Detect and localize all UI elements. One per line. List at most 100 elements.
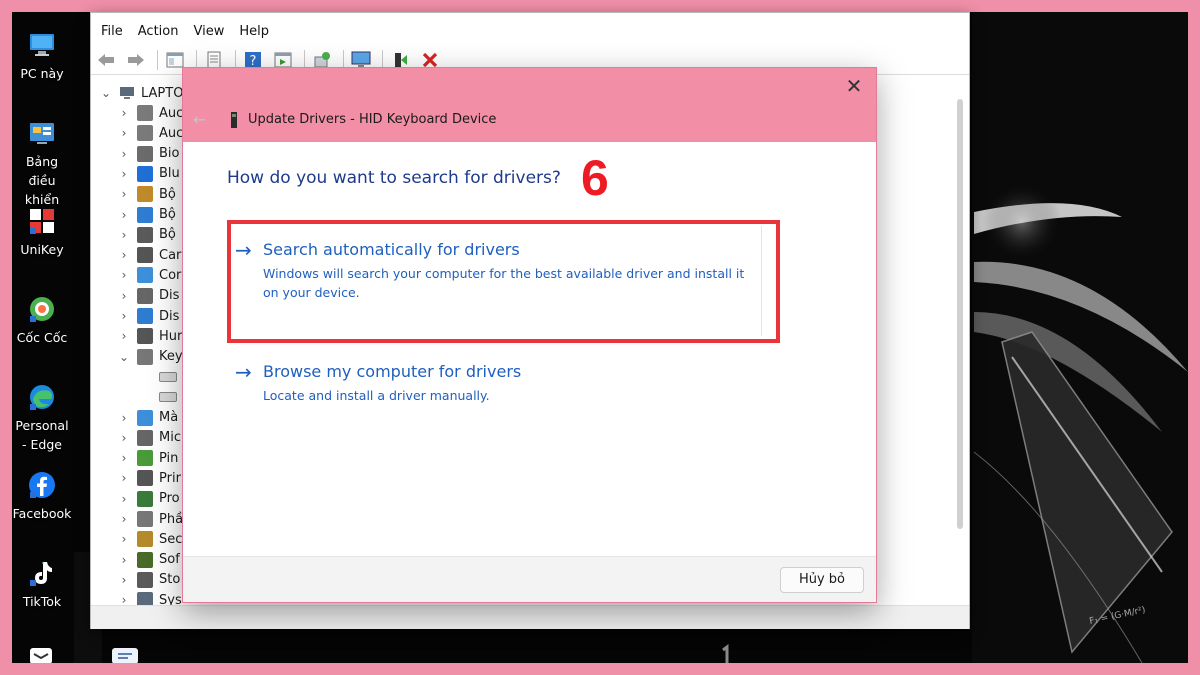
tree-item-label: Dis xyxy=(159,288,180,304)
back-button[interactable] xyxy=(95,49,117,71)
expand-chevron-icon[interactable]: › xyxy=(117,411,131,425)
expand-chevron-icon[interactable]: › xyxy=(117,553,131,567)
keyboard-icon xyxy=(159,392,177,403)
tree-category-item[interactable]: › Prir xyxy=(117,468,181,488)
expand-chevron-icon[interactable]: › xyxy=(117,451,131,465)
tree-child-item[interactable] xyxy=(153,367,183,387)
taskbar-notepad-icon[interactable] xyxy=(110,644,144,663)
expand-chevron-icon[interactable]: › xyxy=(117,126,131,140)
device-category-icon xyxy=(137,308,153,324)
desktop-icon-edge[interactable]: Personal - Edge xyxy=(12,382,72,454)
tree-item-label: Sec xyxy=(159,531,183,547)
expand-chevron-icon[interactable]: › xyxy=(117,512,131,526)
collapse-chevron-icon[interactable]: ⌄ xyxy=(99,86,113,100)
expand-chevron-icon[interactable]: › xyxy=(117,532,131,546)
tree-category-item[interactable]: › Blu xyxy=(117,164,180,184)
menu-file[interactable]: File xyxy=(101,21,123,43)
menu-action[interactable]: Action xyxy=(138,21,179,43)
tree-item-label: Sto xyxy=(159,572,181,588)
tree-item-label: Auc xyxy=(159,125,184,141)
expand-chevron-icon[interactable]: › xyxy=(117,329,131,343)
tree-child-item[interactable] xyxy=(153,387,183,407)
tree-category-item[interactable]: › Dis xyxy=(117,286,179,306)
expand-chevron-icon[interactable]: › xyxy=(117,106,131,120)
device-category-icon xyxy=(137,450,153,467)
device-category-icon xyxy=(137,267,153,284)
tiktok-icon xyxy=(30,562,52,586)
tree-item-label: Pin xyxy=(159,450,179,466)
tree-category-item[interactable]: › Bio xyxy=(117,144,179,164)
tree-category-item[interactable]: › Sto xyxy=(117,570,180,590)
toolbar-separator xyxy=(157,49,158,70)
tree-category-item[interactable]: › Pro xyxy=(117,489,180,509)
device-category-icon xyxy=(137,571,153,588)
tree-root[interactable]: ⌄ LAPTOP xyxy=(99,83,191,103)
taskbar-app-icon[interactable] xyxy=(28,644,56,663)
forward-button[interactable] xyxy=(125,49,147,71)
expand-chevron-icon[interactable]: › xyxy=(117,248,131,262)
tree-item-label: Auc xyxy=(159,105,184,121)
expand-chevron-icon[interactable]: › xyxy=(117,268,131,282)
desktop-icon-pc[interactable]: PC này xyxy=(12,30,72,83)
close-button[interactable]: ✕ xyxy=(838,72,870,100)
expand-chevron-icon[interactable]: › xyxy=(117,187,131,201)
menu-help[interactable]: Help xyxy=(239,21,269,43)
expand-chevron-icon[interactable]: › xyxy=(117,431,131,445)
device-category-icon xyxy=(137,429,153,446)
tree-category-item[interactable]: › Sec xyxy=(117,529,182,549)
red-x-icon xyxy=(422,52,438,67)
desktop-icon-control-panel[interactable]: Bảng điều khiển xyxy=(12,118,72,209)
arrow-right-icon: → xyxy=(235,360,252,384)
expand-chevron-icon[interactable]: › xyxy=(117,167,131,181)
tree-category-item[interactable]: › Cor xyxy=(117,265,181,285)
tree-item-label: Bio xyxy=(159,146,180,162)
expand-chevron-icon[interactable]: › xyxy=(117,573,131,587)
cancel-button[interactable]: Hủy bỏ xyxy=(780,567,864,593)
option-title[interactable]: Browse my computer for drivers xyxy=(263,362,521,381)
tree-category-item[interactable]: › Car xyxy=(117,245,181,265)
desktop-icon-label: TikTok xyxy=(22,594,62,609)
collapse-chevron-icon[interactable]: ⌄ xyxy=(117,350,131,364)
tree-category-item[interactable]: › Mà xyxy=(117,408,178,428)
tree-category-item[interactable]: › Hur xyxy=(117,326,182,346)
expand-chevron-icon[interactable]: › xyxy=(117,147,131,161)
menu-view[interactable]: View xyxy=(193,21,224,43)
expand-chevron-icon[interactable]: › xyxy=(117,289,131,303)
tree-category-item[interactable]: › Dis xyxy=(117,306,179,326)
tree-category-item[interactable]: ⌄ Key xyxy=(117,347,183,367)
tree-category-item[interactable]: › Sof xyxy=(117,550,180,570)
tree-category-item[interactable]: › Mic xyxy=(117,428,181,448)
tree-item-label: Hur xyxy=(159,328,183,344)
tree-category-item[interactable]: › Auc xyxy=(117,123,183,143)
tree-category-item[interactable]: › Bộ xyxy=(117,184,176,204)
forward-arrow-icon xyxy=(128,53,144,66)
tree-category-item[interactable]: › Phầ xyxy=(117,509,183,529)
horizontal-scrollbar[interactable] xyxy=(91,605,969,629)
dialog-header xyxy=(183,68,876,142)
tree-item-label: Mic xyxy=(159,430,181,446)
expand-chevron-icon[interactable]: › xyxy=(117,471,131,485)
tree-item-label: Prir xyxy=(159,470,181,486)
menu-bar: File Action View Help xyxy=(91,21,284,43)
back-arrow-icon[interactable]: ← xyxy=(193,110,206,129)
expand-chevron-icon[interactable]: › xyxy=(117,309,131,323)
device-category-icon xyxy=(137,287,153,304)
tree-category-item[interactable]: › Bộ xyxy=(117,225,176,245)
expand-chevron-icon[interactable]: › xyxy=(117,208,131,222)
desktop-icon-label: Bảng điều khiển xyxy=(24,154,60,207)
dialog-question: How do you want to search for drivers? xyxy=(227,168,561,188)
tree-category-item[interactable]: › Pin xyxy=(117,448,178,468)
expand-chevron-icon[interactable]: › xyxy=(117,492,131,506)
desktop-icon-facebook[interactable]: Facebook xyxy=(12,470,72,523)
monitor-icon xyxy=(351,51,371,68)
desktop-icon-tiktok[interactable]: TikTok xyxy=(12,558,72,611)
desktop-icon-coccoc[interactable]: Cốc Cốc xyxy=(12,294,72,347)
desktop-icon-unikey[interactable]: UniKey xyxy=(12,206,72,259)
tree-category-item[interactable]: › Auc xyxy=(117,103,183,123)
highlight-box xyxy=(227,220,780,343)
tree-category-item[interactable]: › Bộ xyxy=(117,205,176,225)
facebook-icon xyxy=(29,472,55,498)
vertical-scrollbar[interactable] xyxy=(957,99,963,529)
properties-icon xyxy=(207,51,221,68)
expand-chevron-icon[interactable]: › xyxy=(117,228,131,242)
